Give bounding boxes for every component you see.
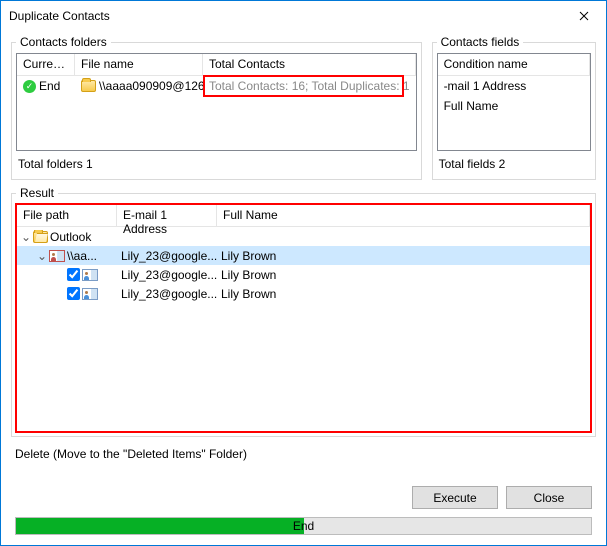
status-ok-icon: ✓ [23, 80, 36, 93]
result-legend: Result [16, 186, 58, 200]
titlebar: Duplicate Contacts [1, 1, 606, 31]
cell-name: Lily Brown [217, 268, 590, 282]
field-item: Full Name [438, 98, 590, 114]
cell-name: Lily Brown [217, 287, 590, 301]
tree-root-row[interactable]: ⌄ Outlook [17, 227, 590, 246]
folders-grid[interactable]: Curren... File name Total Contacts ✓ End… [16, 53, 417, 151]
folder-icon [81, 80, 96, 92]
progress-label: End [293, 519, 314, 533]
cell-email: Lily_23@google... [117, 249, 217, 263]
cell-name: Lily Brown [217, 249, 590, 263]
contacts-fields-legend: Contacts fields [437, 35, 524, 49]
col-condition[interactable]: Condition name [438, 54, 590, 75]
folder-row[interactable]: ✓ End \\aaaa090909@126... Total Contacts… [17, 76, 416, 96]
fields-total-label: Total fields 2 [439, 157, 589, 171]
dialog-window: Duplicate Contacts Contacts folders Curr… [0, 0, 607, 546]
contact-icon [82, 269, 98, 281]
item-checkbox[interactable] [67, 268, 80, 281]
contacts-folders-group: Contacts folders Curren... File name Tot… [11, 35, 422, 180]
delete-label: Delete (Move to the "Deleted Items" Fold… [15, 447, 592, 461]
folders-total-label: Total folders 1 [18, 157, 415, 171]
tree-sub-row[interactable]: ⌄ \\aa... Lily_23@google... Lily Brown [17, 246, 590, 265]
col-filepath[interactable]: File path [17, 205, 117, 226]
cell-email: Lily_23@google... [117, 268, 217, 282]
close-button[interactable] [561, 1, 606, 31]
close-btn[interactable]: Close [506, 486, 592, 509]
col-filename[interactable]: File name [75, 54, 203, 75]
cell-email: Lily_23@google... [117, 287, 217, 301]
field-row[interactable]: -mail 1 Address [438, 76, 590, 96]
contact-group-icon [49, 250, 65, 262]
sub-label: \\aa... [67, 249, 97, 263]
cell-filename: \\aaaa090909@126... [99, 79, 203, 93]
cell-current: End [39, 79, 60, 93]
progress-bar: End [15, 517, 592, 535]
contact-icon [82, 288, 98, 300]
contacts-folders-legend: Contacts folders [16, 35, 111, 49]
execute-button[interactable]: Execute [412, 486, 498, 509]
result-group: Result File path E-mail 1 Address Full N… [11, 186, 596, 437]
window-title: Duplicate Contacts [9, 9, 561, 23]
field-item: -mail 1 Address [438, 78, 590, 94]
result-grid[interactable]: File path E-mail 1 Address Full Name ⌄ O… [16, 204, 591, 432]
folder-open-icon [33, 231, 48, 243]
col-email[interactable]: E-mail 1 Address [117, 205, 217, 226]
cell-total: Total Contacts: 16; Total Duplicates: 1 [203, 78, 416, 94]
item-checkbox[interactable] [67, 287, 80, 300]
col-current[interactable]: Curren... [17, 54, 75, 75]
field-row[interactable]: Full Name [438, 96, 590, 116]
fields-grid[interactable]: Condition name -mail 1 Address Full Name [437, 53, 591, 151]
root-label: Outlook [50, 230, 91, 244]
tree-item-row[interactable]: Lily_23@google... Lily Brown [17, 265, 590, 284]
progress-fill [16, 518, 304, 534]
col-total[interactable]: Total Contacts [203, 54, 416, 75]
tree-item-row[interactable]: Lily_23@google... Lily Brown [17, 284, 590, 303]
close-icon [579, 11, 589, 21]
col-fullname[interactable]: Full Name [217, 205, 590, 226]
expand-icon[interactable]: ⌄ [37, 249, 47, 263]
contacts-fields-group: Contacts fields Condition name -mail 1 A… [432, 35, 596, 180]
expand-icon[interactable]: ⌄ [21, 230, 31, 244]
